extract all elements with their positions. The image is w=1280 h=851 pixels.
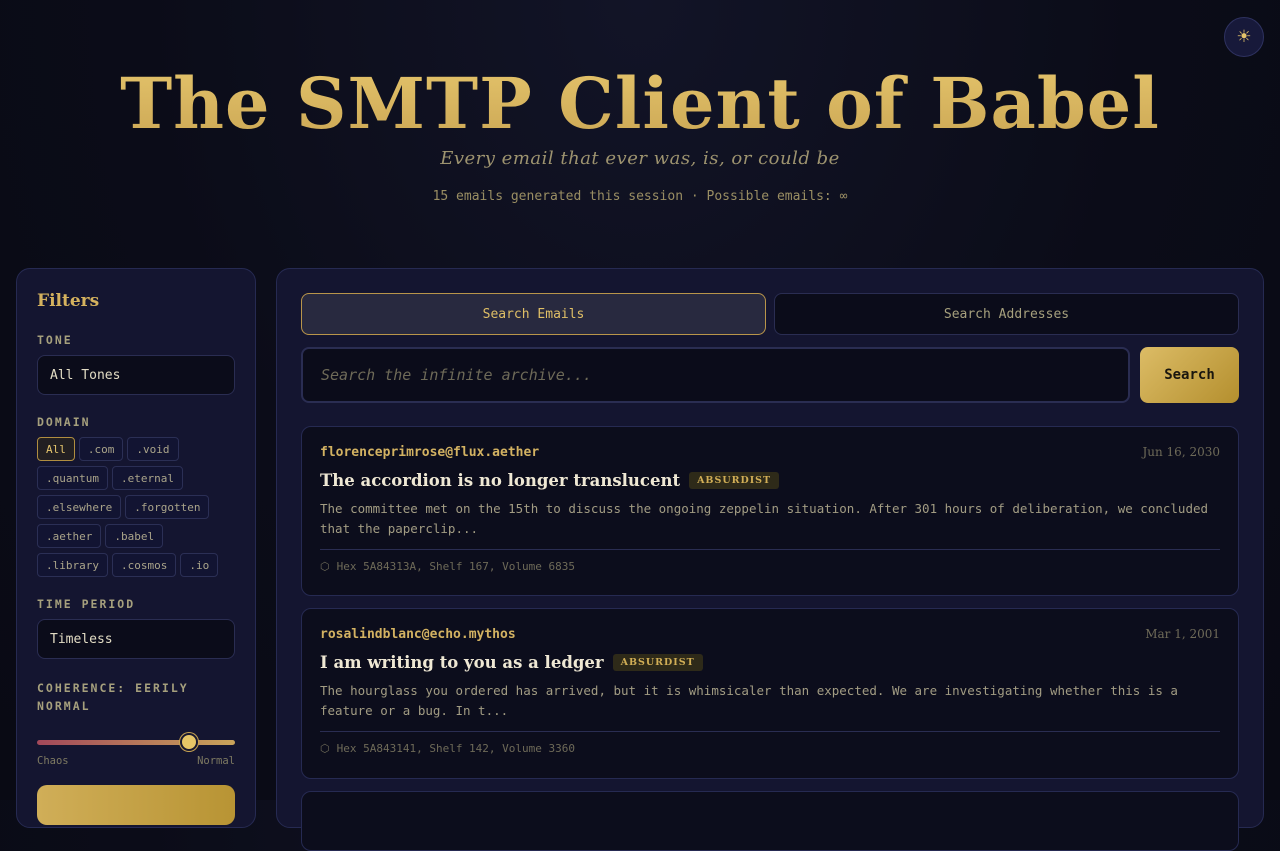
tab-search-emails[interactable]: Search Emails [301,293,766,335]
email-subject: The accordion is no longer translucent [320,471,681,490]
search-button[interactable]: Search [1140,347,1239,403]
email-card[interactable]: rosalindblanc@echo.mythos Mar 1, 2001 I … [301,608,1239,779]
hexagon-icon: ⬡ [320,560,330,573]
domain-chip[interactable]: .void [127,437,179,461]
domain-chip[interactable]: .library [37,553,108,577]
generate-button[interactable] [37,785,235,825]
filters-title: Filters [37,291,100,311]
search-input[interactable] [301,347,1130,403]
tone-badge: ABSURDIST [612,654,703,671]
page-header: The SMTP Client of Babel Every email tha… [0,56,1280,204]
domain-chip[interactable]: .io [180,553,219,577]
domain-label: DOMAIN [37,415,91,429]
email-sender: rosalindblanc@echo.mythos [320,627,516,642]
coherence-label: COHERENCE: EERILY NORMAL [37,681,189,713]
filters-panel: Filters TONE All Tones DOMAIN All .com .vo… [16,268,256,828]
coherence-min-label: Chaos [37,755,69,767]
tab-search-addresses[interactable]: Search Addresses [774,293,1239,335]
domain-chip[interactable]: All [37,437,75,461]
coherence-slider-thumb[interactable] [180,733,199,751]
email-location-text: Hex 5A84313A, Shelf 167, Volume 6835 [336,560,576,573]
domain-chip[interactable]: .quantum [37,466,108,490]
time-period-value: Timeless [50,631,113,647]
email-card[interactable]: florenceprimrose@flux.aether Jun 16, 203… [301,426,1239,596]
tone-label: TONE [37,333,73,347]
domain-chip[interactable]: .cosmos [111,553,177,577]
domain-chip[interactable]: .babel [105,524,164,548]
domain-chip[interactable]: .eternal [111,466,183,490]
page-title: The SMTP Client of Babel [0,56,1280,152]
email-date: Mar 1, 2001 [1145,627,1220,641]
search-panel: Search Emails Search Addresses Search fl… [276,268,1264,851]
tone-select-value: All Tones [50,367,121,383]
time-period-label: TIME PERIOD [37,597,136,611]
domain-chip[interactable]: .forgotten [125,495,210,519]
email-location: ⬡ Hex 5A843141, Shelf 142, Volume 3360 [320,731,1220,765]
sun-icon: ☀ [1236,27,1252,47]
email-location-text: Hex 5A843141, Shelf 142, Volume 3360 [336,742,576,755]
hexagon-icon: ⬡ [320,742,330,755]
time-period-select[interactable]: Timeless [37,619,235,659]
coherence-slider-track [37,740,235,745]
tone-select[interactable]: All Tones [37,355,235,395]
coherence-max-label: Normal [197,755,235,767]
session-stats: 15 emails generated this session · Possi… [432,189,848,204]
domain-chip-list: All .com .void .quantum .eternal .elsewhere .f… [37,437,237,577]
domain-chip[interactable]: .aether [37,524,102,548]
coherence-range-labels: Chaos Normal [37,755,235,767]
domain-chip[interactable]: .elsewhere [37,495,122,519]
email-preview: The committee met on the 15th to discuss… [320,501,1209,536]
email-sender: florenceprimrose@flux.aether [320,445,540,460]
email-subject: I am writing to you as a ledger [320,653,604,672]
email-card[interactable] [301,791,1239,851]
domain-chip[interactable]: .com [78,437,124,461]
tone-badge: ABSURDIST [689,472,780,489]
email-preview: The hourglass you ordered has arrived, b… [320,683,1178,718]
coherence-slider[interactable] [37,731,235,753]
email-date: Jun 16, 2030 [1142,445,1220,459]
email-location: ⬡ Hex 5A84313A, Shelf 167, Volume 6835 [320,549,1220,583]
theme-toggle-button[interactable]: ☀ [1224,17,1264,57]
